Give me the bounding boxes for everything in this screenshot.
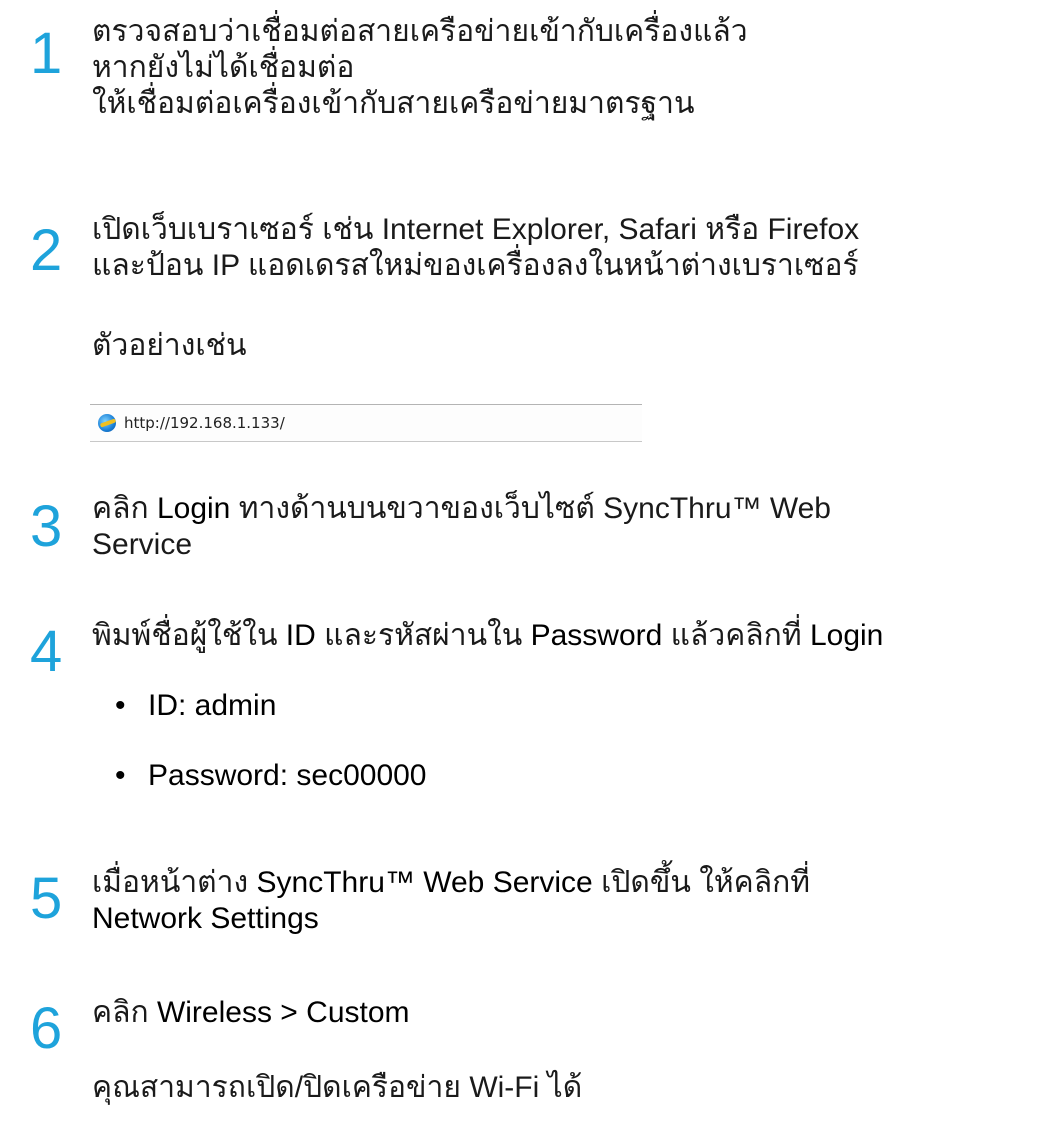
step-number-2: 2: [30, 218, 63, 283]
login-term: Login: [156, 492, 231, 525]
step-1-text: ตรวจสอบว่าเชื่อมต่อสายเครือข่ายเข้ากับเค…: [92, 14, 748, 122]
step-2-example-label: ตัวอย่างเช่น: [92, 329, 247, 362]
step-4-part-3: แล้วคลิกที่: [662, 619, 810, 652]
browser-address-bar: http://192.168.1.133/: [90, 404, 642, 442]
bullet-dot: •: [115, 759, 126, 792]
login-term: Login: [809, 619, 884, 652]
bullet-id-text: ID: admin: [148, 689, 277, 722]
step-3-text: คลิก Login ทางด้านบนขวาของเว็บไซต์ SyncT…: [92, 491, 831, 563]
step-3-suffix: ทางด้านบนขวาของเว็บไซต์ SyncThru™ Web: [230, 492, 831, 525]
step-3-line-2: Service: [92, 528, 193, 561]
password-term: Password: [530, 619, 663, 652]
step-2-line-2: และป้อน IP แอดเดรสใหม่ของเครื่องลงในหน้า…: [92, 249, 859, 282]
step-5-part-2: เปิดขึ้น ให้คลิกที่: [592, 866, 811, 899]
example-url: http://192.168.1.133/: [124, 414, 285, 432]
bullet-password: • Password: sec00000: [115, 758, 427, 794]
step-4-part-1: พิมพ์ชื่อผู้ใช้ใน: [92, 619, 286, 652]
wireless-custom-term: Wireless > Custom: [156, 996, 410, 1029]
step-number-5: 5: [30, 866, 63, 931]
step-number-6: 6: [30, 996, 63, 1061]
step-number-3: 3: [30, 494, 63, 559]
ie-icon: [98, 414, 116, 432]
step-1-line-1: ตรวจสอบว่าเชื่อมต่อสายเครือข่ายเข้ากับเค…: [92, 15, 748, 48]
bullet-dot: •: [115, 689, 126, 722]
step-1-line-3: ให้เชื่อมต่อเครื่องเข้ากับสายเครือข่ายมา…: [92, 87, 695, 120]
bullet-password-text: Password: sec00000: [148, 759, 427, 792]
step-2-text: เปิดเว็บเบราเซอร์ เช่น Internet Explorer…: [92, 212, 859, 284]
step-3-prefix: คลิก: [92, 492, 157, 525]
step-1-line-2: หากยังไม่ได้เชื่อมต่อ: [92, 51, 355, 84]
network-settings-term: Network Settings: [92, 902, 319, 935]
step-4-part-2: และรหัสผ่านใน: [315, 619, 531, 652]
step-4-text: พิมพ์ชื่อผู้ใช้ใน ID และรหัสผ่านใน Passw…: [92, 618, 883, 654]
step-number-4: 4: [30, 619, 63, 684]
step-6-prefix: คลิก: [92, 996, 157, 1029]
step-2-line-1: เปิดเว็บเบราเซอร์ เช่น Internet Explorer…: [92, 213, 860, 246]
syncthru-term: SyncThru™ Web Service: [256, 866, 593, 899]
step-6-text: คลิก Wireless > Custom: [92, 995, 410, 1031]
bullet-id: • ID: admin: [115, 688, 276, 724]
id-term: ID: [285, 619, 316, 652]
step-5-part-1: เมื่อหน้าต่าง: [92, 866, 257, 899]
step-5-text: เมื่อหน้าต่าง SyncThru™ Web Service เปิด…: [92, 865, 810, 937]
step-number-1: 1: [30, 21, 63, 86]
step-6-note: คุณสามารถเปิด/ปิดเครือข่าย Wi-Fi ได้: [92, 1071, 583, 1104]
